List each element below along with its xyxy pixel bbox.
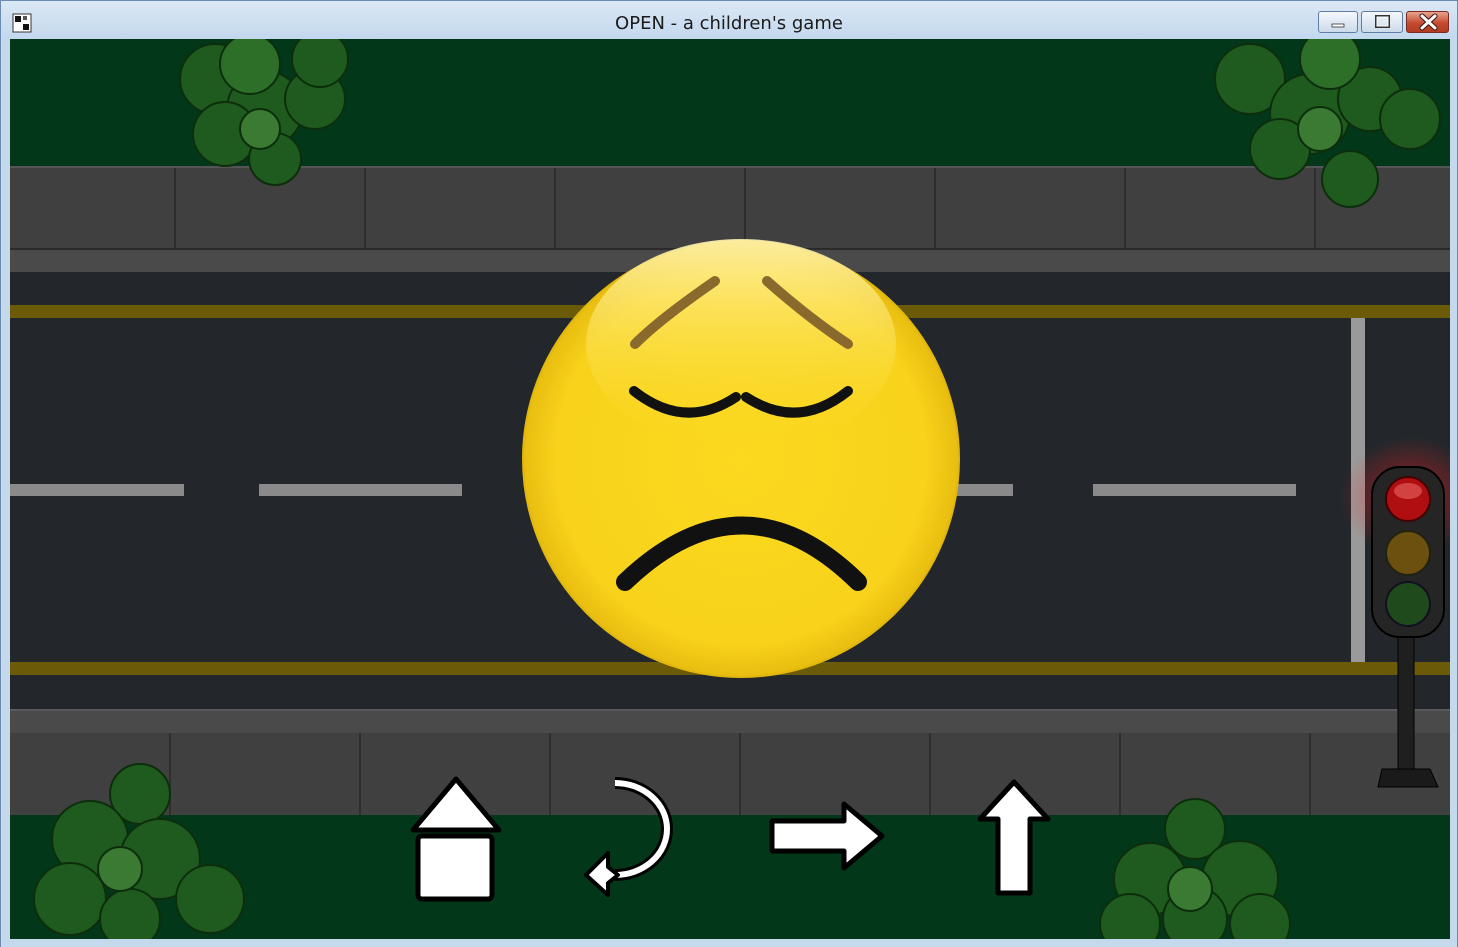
right-arrow-icon: [769, 801, 885, 871]
maximize-icon: [1375, 15, 1390, 28]
close-icon: [1419, 13, 1438, 31]
next-button[interactable]: [768, 799, 888, 874]
game-scene[interactable]: [10, 39, 1450, 939]
sidewalk-bottom: [10, 709, 1450, 815]
back-button[interactable]: [580, 775, 705, 900]
minimize-button[interactable]: [1318, 11, 1358, 33]
home-icon: [410, 776, 502, 902]
minimize-icon: [1331, 23, 1345, 28]
up-arrow-icon: [977, 779, 1051, 896]
up-button[interactable]: [976, 779, 1052, 899]
amber-light: [1385, 530, 1431, 576]
close-button[interactable]: [1406, 11, 1449, 33]
game-window: OPEN - a children's game: [0, 0, 1458, 947]
green-light: [1385, 581, 1431, 627]
maximize-button[interactable]: [1361, 11, 1403, 33]
window-bottom-border: [1, 939, 1457, 947]
title-bar[interactable]: OPEN - a children's game: [1, 1, 1457, 39]
scene-canvas: [10, 39, 1450, 939]
undo-arrow-icon: [584, 777, 673, 897]
home-button[interactable]: [406, 775, 506, 905]
sad-face: [522, 239, 960, 678]
window-title: OPEN - a children's game: [615, 13, 843, 34]
